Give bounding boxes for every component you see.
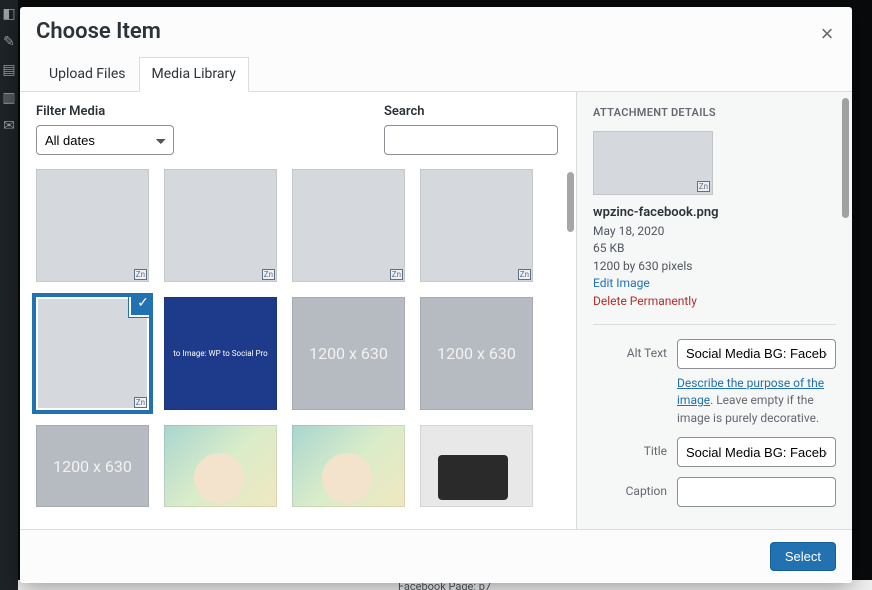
modal-footer: Select [20, 529, 852, 583]
attachment-details-panel: ATTACHMENT DETAILS wpzinc-facebook.png M… [576, 92, 852, 529]
alt-text-input[interactable] [677, 339, 836, 369]
media-modal: Choose Item × Upload Files Media Library… [20, 7, 852, 583]
attachment-thumb[interactable] [164, 169, 277, 282]
tab-upload-files[interactable]: Upload Files [36, 57, 139, 92]
posts-icon[interactable]: ✎ [0, 28, 18, 56]
alt-text-hint: Describe the purpose of the image. Leave… [677, 375, 836, 427]
attachment-thumb[interactable]: 1200 x 630 [36, 425, 149, 507]
edit-image-link[interactable]: Edit Image [593, 276, 650, 290]
caption-input[interactable] [677, 477, 836, 507]
modal-title: Choose Item [36, 7, 836, 57]
attachment-dimensions: 1200 by 630 pixels [593, 258, 836, 275]
close-button[interactable]: × [812, 19, 842, 49]
attachment-thumb[interactable] [420, 425, 533, 507]
attachment-thumb[interactable] [420, 169, 533, 282]
alt-text-label: Alt Text [593, 339, 677, 360]
attachments-grid: ✓ to Image: WP to Social Pro 1200 x 630 … [36, 169, 566, 507]
attachment-filesize: 65 KB [593, 240, 836, 257]
attachment-thumb[interactable] [292, 425, 405, 507]
attachment-thumb[interactable] [292, 169, 405, 282]
scrollbar-thumb[interactable] [842, 98, 849, 218]
search-input[interactable] [384, 125, 558, 155]
divider [593, 324, 836, 325]
select-button[interactable]: Select [770, 542, 836, 571]
attachment-date: May 18, 2020 [593, 223, 836, 240]
attachment-filename: wpzinc-facebook.png [593, 205, 836, 220]
attachment-thumb-selected[interactable]: ✓ [36, 297, 149, 410]
attachment-thumb[interactable] [36, 169, 149, 282]
modal-header: Choose Item × Upload Files Media Library [20, 7, 852, 92]
pages-icon[interactable]: ▥ [0, 84, 18, 112]
attachment-preview [593, 131, 713, 195]
check-icon[interactable]: ✓ [129, 297, 149, 317]
attachment-details-heading: ATTACHMENT DETAILS [593, 106, 836, 119]
search-label: Search [384, 104, 558, 119]
attachment-thumb[interactable] [164, 425, 277, 507]
attachment-thumb[interactable]: 1200 x 630 [420, 297, 533, 410]
caption-label: Caption [593, 477, 677, 498]
filter-media-label: Filter Media [36, 104, 174, 119]
attachment-thumb[interactable]: to Image: WP to Social Pro [164, 297, 277, 410]
modal-body: Filter Media All dates Search ✓ [20, 92, 852, 529]
close-icon: × [821, 21, 834, 47]
date-filter-select[interactable]: All dates [36, 125, 174, 155]
title-label: Title [593, 437, 677, 458]
tab-bar: Upload Files Media Library [36, 56, 836, 91]
dashboard-icon[interactable]: ◧ [0, 0, 18, 28]
comments-icon[interactable]: ✉ [0, 112, 18, 140]
media-icon[interactable]: ▤ [0, 56, 18, 84]
wp-admin-sidebar: ◧ ✎ ▤ ▥ ✉ [0, 0, 18, 590]
attachments-browser: Filter Media All dates Search ✓ [20, 92, 576, 529]
delete-permanently-link[interactable]: Delete Permanently [593, 294, 697, 308]
attachment-thumb[interactable]: 1200 x 630 [292, 297, 405, 410]
tab-media-library[interactable]: Media Library [139, 57, 249, 92]
title-input[interactable] [677, 437, 836, 467]
scrollbar-thumb[interactable] [567, 172, 574, 232]
